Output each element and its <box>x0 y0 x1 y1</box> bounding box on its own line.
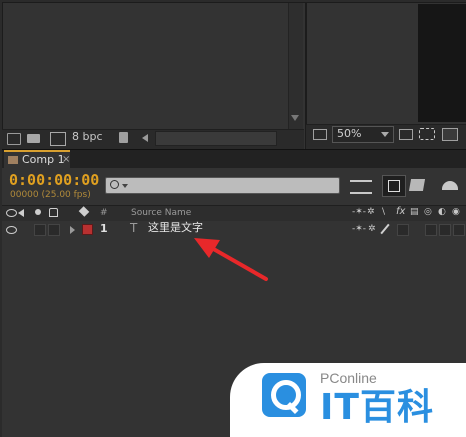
eye-icon <box>6 209 17 217</box>
close-icon[interactable]: × <box>62 154 70 165</box>
bit-depth-button[interactable]: 8 bpc <box>72 131 103 143</box>
3d-layer-switch-icon: ◉ <box>452 207 460 217</box>
lock-icon <box>49 208 58 217</box>
layer-shy-switch[interactable]: -✶- <box>352 223 366 235</box>
graph-editor-icon[interactable] <box>442 181 458 190</box>
always-preview-icon[interactable] <box>313 129 327 140</box>
switch-box[interactable] <box>453 224 465 236</box>
layer-row[interactable]: 1 T 这里是文字 -✶- ✲ <box>2 221 466 238</box>
layer-number: 1 <box>100 222 108 235</box>
pconline-logo-icon <box>262 373 306 417</box>
solo-icon <box>35 209 41 215</box>
lock-checkbox[interactable] <box>48 224 60 236</box>
search-dropdown-icon <box>122 184 128 188</box>
layer-icon <box>388 180 400 192</box>
new-folder-icon[interactable] <box>27 134 40 143</box>
layer-quality-switch[interactable] <box>380 223 390 235</box>
magnification-value: 50% <box>337 127 362 140</box>
comp-mini-flowchart-icon[interactable] <box>350 180 372 194</box>
effects-switch-icon: fx <box>396 206 406 217</box>
number-column-label: # <box>100 208 108 218</box>
trash-icon[interactable] <box>119 132 128 143</box>
fit-view-icon[interactable] <box>399 129 413 140</box>
tab-comp-1[interactable]: Comp 1 × <box>4 150 70 170</box>
timeline-tab-bar <box>2 149 466 169</box>
source-name-column-label: Source Name <box>131 208 192 218</box>
layer-collapse-switch[interactable]: ✲ <box>368 223 376 235</box>
magnification-dropdown[interactable]: 50% <box>332 126 394 143</box>
layer-search-input[interactable] <box>105 177 340 194</box>
after-effects-window: 8 bpc 50% Comp 1 × 0:00:00:00 00000 (25.… <box>0 0 466 437</box>
project-panel-scrollbar[interactable] <box>288 3 303 129</box>
quality-switch-icon: \ <box>382 207 386 217</box>
adjustment-switch-icon: ◐ <box>438 207 446 217</box>
expand-triangle-icon[interactable] <box>70 226 75 234</box>
chevron-down-icon <box>381 132 389 137</box>
scroll-down-icon[interactable] <box>291 115 299 121</box>
current-timecode[interactable]: 0:00:00:00 <box>9 171 99 189</box>
shy-switch-icon: -✶- <box>352 207 367 217</box>
switch-box[interactable] <box>397 224 409 236</box>
live-update-button[interactable] <box>382 175 406 197</box>
frame-rate-readout: 00000 (25.00 fps) <box>10 190 91 200</box>
region-of-interest-icon[interactable] <box>419 128 435 140</box>
interpret-footage-icon[interactable] <box>7 133 21 145</box>
scroll-left-icon[interactable] <box>142 134 148 142</box>
collapse-switch-icon: ✲ <box>367 207 375 217</box>
transparency-grid-icon[interactable] <box>442 128 458 141</box>
layer-label-color[interactable] <box>82 224 93 235</box>
watermark-brand: PConline <box>320 370 377 386</box>
composition-icon <box>8 156 18 164</box>
solo-checkbox[interactable] <box>34 224 46 236</box>
draft-3d-icon[interactable] <box>408 179 426 191</box>
new-composition-icon[interactable] <box>50 132 66 146</box>
project-panel <box>2 2 306 150</box>
layer-switch-boxes <box>397 224 466 236</box>
tab-label: Comp 1 <box>22 153 65 166</box>
visibility-eye-icon[interactable] <box>6 226 17 234</box>
motion-blur-switch-icon: ◎ <box>424 207 432 217</box>
switch-box[interactable] <box>425 224 437 236</box>
switch-box[interactable] <box>439 224 451 236</box>
viewer-canvas[interactable] <box>418 4 466 122</box>
switches-column-icons: -✶- ✲ \ fx ▤ ◎ ◐ ◉ <box>352 206 466 218</box>
text-layer-icon: T <box>130 221 138 235</box>
horizontal-scrollbar[interactable] <box>155 131 277 146</box>
watermark-site-name: IT百科 <box>320 387 434 428</box>
frame-blend-switch-icon: ▤ <box>410 207 419 217</box>
layer-name[interactable]: 这里是文字 <box>148 222 203 234</box>
search-icon <box>110 180 119 189</box>
audio-icon <box>18 209 24 217</box>
